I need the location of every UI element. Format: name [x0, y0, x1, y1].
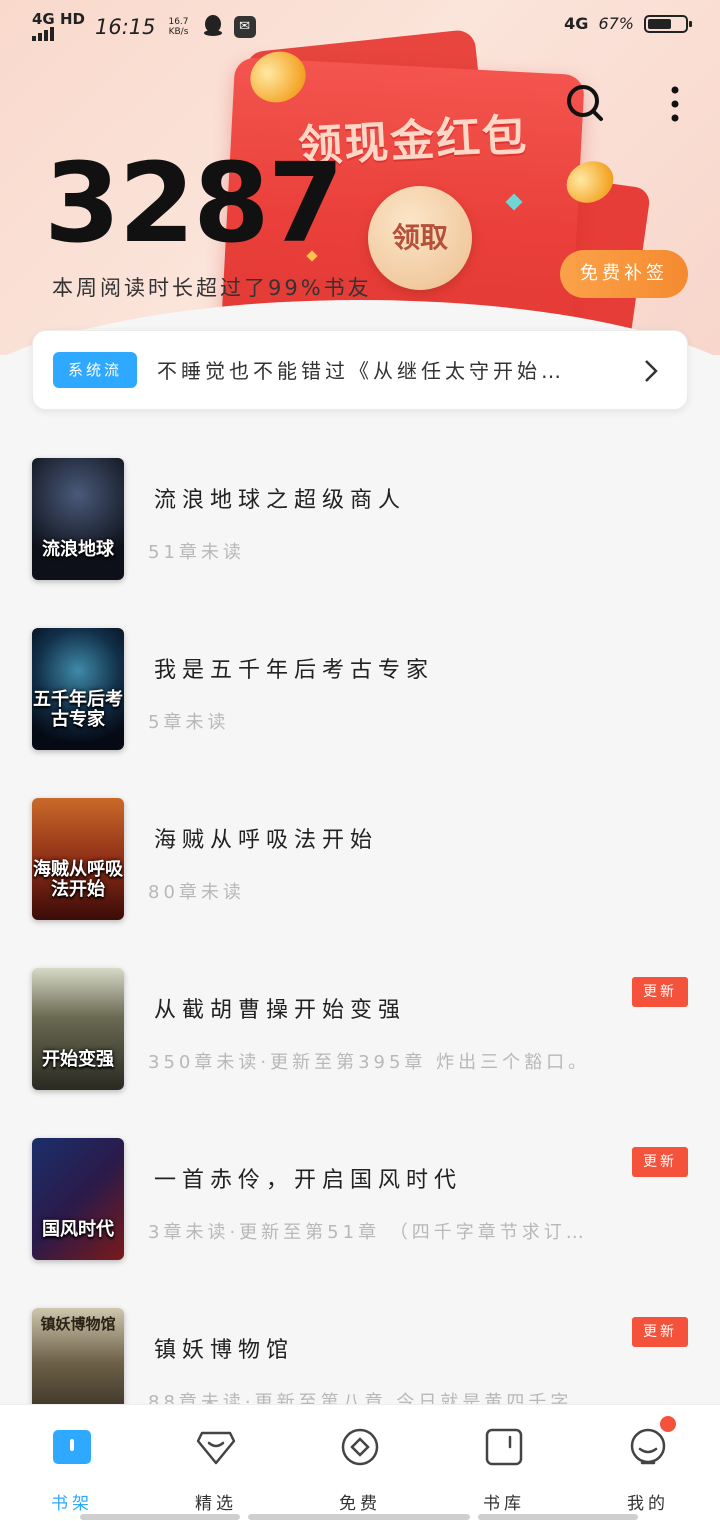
- status-bar: 4G HD 16:15 16.7 KB/s ✉ 4G 67%: [0, 0, 720, 56]
- cover-text: 国风时代: [42, 1219, 114, 1240]
- bookshelf-icon: [53, 1430, 91, 1464]
- nav-label: 免费: [339, 1494, 381, 1514]
- book-cover: 五千年后考古专家: [32, 628, 124, 750]
- message-app-icon: ✉: [233, 15, 256, 38]
- gesture-bar: [248, 1514, 470, 1520]
- network-label: 4G HD: [32, 10, 85, 28]
- book-title: 从截胡曹操开始变强: [154, 998, 407, 1023]
- book-progress: 350章未读·更新至第395章 炸出三个豁口。: [148, 1052, 591, 1073]
- battery-percent: 67%: [598, 14, 634, 33]
- free-sign-in-button[interactable]: 免费补签: [560, 250, 688, 298]
- gesture-bar: [80, 1514, 240, 1520]
- free-icon: [341, 1428, 379, 1466]
- book-progress: 51章未读: [148, 542, 245, 563]
- book-item[interactable]: 国风时代 一首赤伶，开启国风时代 3章未读·更新至第51章 （四千字章节求订… …: [0, 1120, 720, 1260]
- cover-text: 五千年后考古专家: [33, 689, 123, 730]
- cover-text: 开始变强: [42, 1049, 114, 1070]
- claim-button[interactable]: 领取: [368, 186, 472, 290]
- search-icon[interactable]: [566, 84, 604, 122]
- clock: 16:15: [94, 14, 156, 39]
- battery-fill: [648, 18, 671, 29]
- nav-library[interactable]: 书库: [432, 1405, 576, 1521]
- reading-minutes: 3287: [44, 139, 344, 267]
- book-title: 海贼从呼吸法开始: [154, 828, 379, 853]
- recommendation-bar[interactable]: 系统流 不睡觉也不能错过《从继任太守开始…: [32, 330, 688, 410]
- recommend-tag: 系统流: [53, 352, 137, 388]
- book-cover: 国风时代: [32, 1138, 124, 1260]
- nav-bookshelf[interactable]: 书架: [0, 1405, 144, 1521]
- qq-icon: [202, 13, 224, 41]
- more-icon[interactable]: [662, 84, 688, 124]
- net-speed: 16.7 KB/s: [168, 16, 189, 37]
- recommend-text: 不睡觉也不能错过《从继任太守开始…: [157, 359, 565, 383]
- book-progress: 3章未读·更新至第51章 （四千字章节求订…: [148, 1222, 588, 1243]
- cover-text: 流浪地球: [42, 539, 114, 560]
- nav-label: 精选: [195, 1494, 237, 1514]
- book-cover: 海贼从呼吸法开始: [32, 798, 124, 920]
- book-progress: 80章未读: [148, 882, 245, 903]
- book-title: 一首赤伶，开启国风时代: [154, 1168, 463, 1193]
- book-item[interactable]: 流浪地球 流浪地球之超级商人 51章未读: [0, 440, 720, 580]
- nav-profile[interactable]: 我的: [576, 1405, 720, 1521]
- book-cover: 流浪地球: [32, 458, 124, 580]
- signal-icon: [32, 27, 85, 41]
- update-badge: 更新: [632, 1317, 688, 1347]
- nav-featured[interactable]: 精选: [144, 1405, 288, 1521]
- book-item[interactable]: 五千年后考古专家 我是五千年后考古专家 5章未读: [0, 610, 720, 750]
- library-icon: [485, 1428, 523, 1466]
- featured-icon: [196, 1431, 236, 1465]
- cover-text: 海贼从呼吸法开始: [33, 859, 123, 900]
- reading-stat-text: 本周阅读时长超过了99%书友: [52, 276, 372, 300]
- chevron-right-icon: [645, 360, 658, 382]
- book-progress: 5章未读: [148, 712, 230, 733]
- network-4g-label: 4G: [564, 14, 589, 33]
- bottom-nav: 书架 精选 免费 书库 我的: [0, 1404, 720, 1521]
- gesture-bar: [478, 1514, 638, 1520]
- update-badge: 更新: [632, 1147, 688, 1177]
- book-title: 流浪地球之超级商人: [154, 488, 407, 513]
- book-item[interactable]: 海贼从呼吸法开始 海贼从呼吸法开始 80章未读: [0, 780, 720, 920]
- book-cover: 开始变强: [32, 968, 124, 1090]
- update-badge: 更新: [632, 977, 688, 1007]
- book-title: 镇妖博物馆: [154, 1338, 295, 1363]
- book-title: 我是五千年后考古专家: [154, 658, 435, 683]
- nav-label: 书库: [483, 1494, 525, 1514]
- notification-dot: [658, 1414, 678, 1434]
- nav-label: 书架: [51, 1494, 93, 1514]
- nav-free[interactable]: 免费: [288, 1405, 432, 1521]
- profile-icon: [630, 1428, 666, 1465]
- book-item[interactable]: 开始变强 从截胡曹操开始变强 350章未读·更新至第395章 炸出三个豁口。 更…: [0, 950, 720, 1090]
- nav-label: 我的: [627, 1494, 669, 1514]
- battery-icon: [644, 14, 692, 33]
- cover-text: 镇妖博物馆: [40, 1315, 116, 1333]
